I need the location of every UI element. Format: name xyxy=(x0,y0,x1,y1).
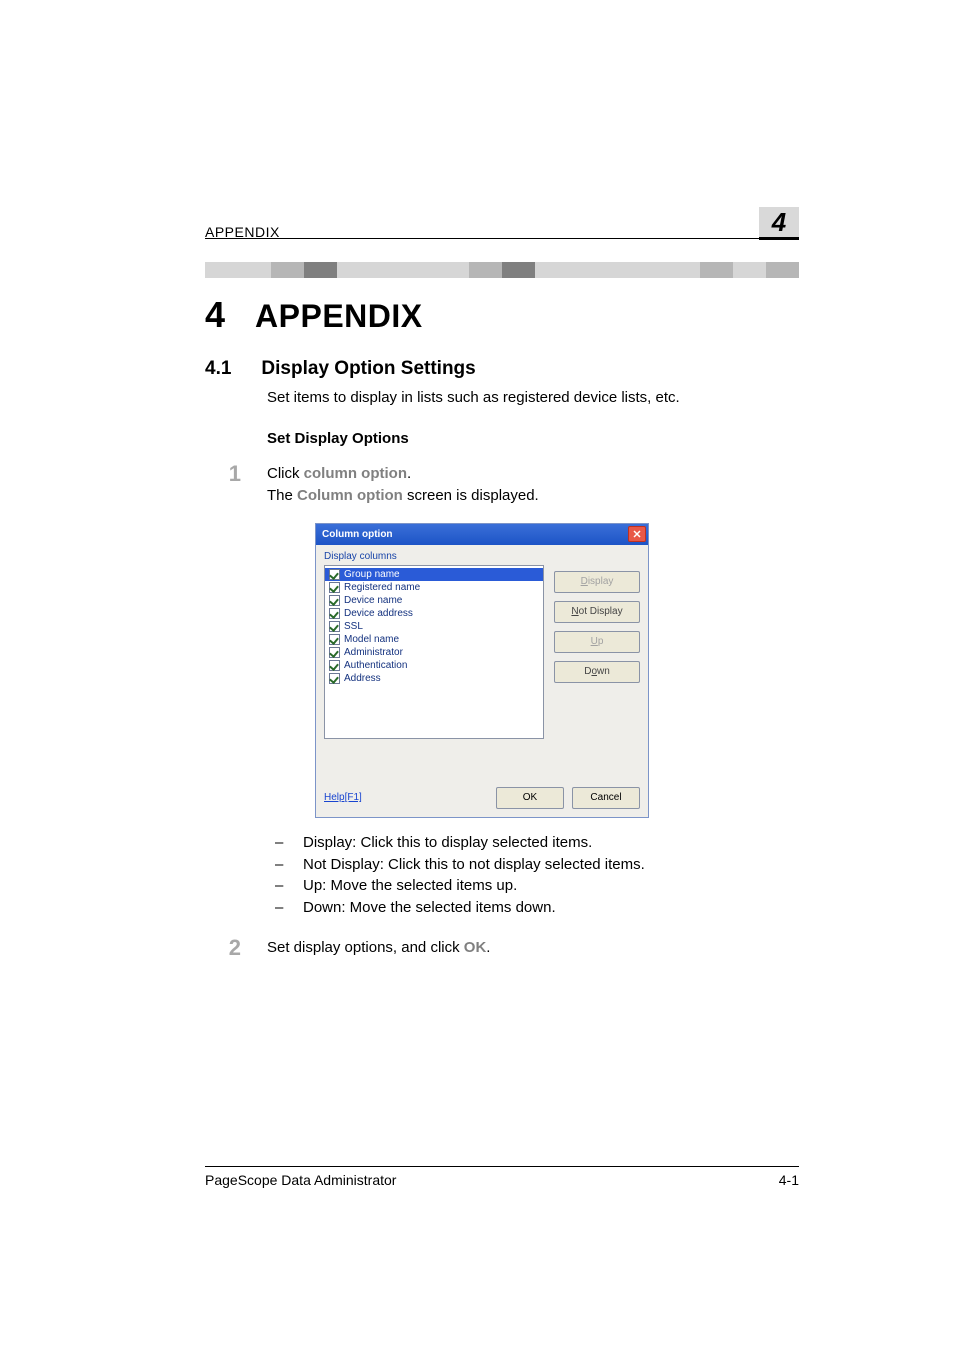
step1-line2-emph: Column option xyxy=(297,487,403,504)
list-item[interactable]: Device address xyxy=(325,607,543,620)
page: APPENDIX 4 4 APPENDIX 4.1 Display Option… xyxy=(0,0,954,1350)
checkbox-icon[interactable] xyxy=(329,634,340,645)
dash-icon: – xyxy=(267,832,303,854)
step-2: 2 Set display options, and click OK. xyxy=(205,937,799,959)
step1-line2-suffix: screen is displayed. xyxy=(403,487,539,504)
display-columns-label: Display columns xyxy=(324,551,640,562)
down-button[interactable]: Down xyxy=(554,661,640,683)
checkbox-icon[interactable] xyxy=(329,647,340,658)
button-label: isplay xyxy=(588,576,614,587)
dash-icon: – xyxy=(267,897,303,919)
not-display-button[interactable]: Not Display xyxy=(554,601,640,623)
dialog-titlebar[interactable]: Column option xyxy=(316,524,648,545)
step-text: Click column option. The Column option s… xyxy=(267,463,799,507)
checkbox-icon[interactable] xyxy=(329,660,340,671)
button-label: wn xyxy=(597,666,610,677)
list-item-label: Model name xyxy=(344,634,399,645)
display-button[interactable]: Display xyxy=(554,571,640,593)
button-prefix: D xyxy=(584,666,591,677)
checkbox-icon[interactable] xyxy=(329,608,340,619)
dialog-side-buttons: Display Not Display Up Down xyxy=(554,565,640,739)
bullet-list: –Display: Click this to display selected… xyxy=(267,832,799,919)
up-button[interactable]: Up xyxy=(554,631,640,653)
cancel-button[interactable]: Cancel xyxy=(572,787,640,809)
footer-right: 4-1 xyxy=(779,1172,799,1188)
list-item: –Up: Move the selected items up. xyxy=(267,875,799,897)
h2-number: 4.1 xyxy=(205,358,231,380)
step-text: Set display options, and click OK. xyxy=(267,937,799,959)
list-item[interactable]: Model name xyxy=(325,633,543,646)
checkbox-icon[interactable] xyxy=(329,621,340,632)
list-item-label: Authentication xyxy=(344,660,407,671)
step-number: 1 xyxy=(205,463,241,507)
list-item: –Display: Click this to display selected… xyxy=(267,832,799,854)
bullet-text: Display: Click this to display selected … xyxy=(303,832,799,854)
step1-suffix: . xyxy=(407,465,411,482)
page-footer: PageScope Data Administrator 4-1 xyxy=(205,1172,799,1188)
mnemonic: D xyxy=(581,576,588,587)
heading-3: Set Display Options xyxy=(267,430,799,447)
list-item[interactable]: Address xyxy=(325,672,543,685)
divider-bar xyxy=(205,262,799,278)
close-icon[interactable] xyxy=(628,526,646,542)
step-1: 1 Click column option. The Column option… xyxy=(205,463,799,507)
h1-title: APPENDIX xyxy=(255,298,423,335)
step2-action: OK xyxy=(464,939,487,956)
button-label: ot Display xyxy=(579,606,623,617)
step-number: 2 xyxy=(205,937,241,959)
list-item[interactable]: Authentication xyxy=(325,659,543,672)
list-item: –Not Display: Click this to not display … xyxy=(267,854,799,876)
dialog-footer: Help[F1] OK Cancel xyxy=(324,787,640,809)
chapter-tab: 4 xyxy=(759,207,799,240)
checkbox-icon[interactable] xyxy=(329,582,340,593)
body: 4 APPENDIX 4.1 Display Option Settings S… xyxy=(205,290,799,959)
step1-action: column option xyxy=(304,465,407,482)
step2-suffix: . xyxy=(486,939,490,956)
heading-1: 4 APPENDIX xyxy=(205,294,799,336)
list-item-label: SSL xyxy=(344,621,363,632)
list-item[interactable]: Administrator xyxy=(325,646,543,659)
mnemonic: U xyxy=(591,636,598,647)
running-header: APPENDIX 4 xyxy=(205,207,799,240)
dialog-title: Column option xyxy=(322,529,393,540)
list-item[interactable]: Device name xyxy=(325,594,543,607)
list-item-label: Group name xyxy=(344,569,400,580)
dash-icon: – xyxy=(267,875,303,897)
list-item-label: Registered name xyxy=(344,582,420,593)
bullet-text: Down: Move the selected items down. xyxy=(303,897,799,919)
list-item-label: Administrator xyxy=(344,647,403,658)
list-item-label: Address xyxy=(344,673,381,684)
checkbox-icon[interactable] xyxy=(329,673,340,684)
step2-prefix: Set display options, and click xyxy=(267,939,464,956)
step1-line2-prefix: The xyxy=(267,487,297,504)
button-label: p xyxy=(598,636,604,647)
checkbox-icon[interactable] xyxy=(329,569,340,580)
footer-rule xyxy=(205,1166,799,1167)
checkbox-icon[interactable] xyxy=(329,595,340,606)
mnemonic: N xyxy=(571,606,578,617)
h1-number: 4 xyxy=(205,294,225,336)
step1-prefix: Click xyxy=(267,465,304,482)
intro-text: Set items to display in lists such as re… xyxy=(267,388,799,408)
list-item[interactable]: SSL xyxy=(325,620,543,633)
column-option-dialog: Column option Display columns Group name… xyxy=(315,523,649,818)
dialog-body: Display columns Group name Registered na… xyxy=(316,545,648,817)
h2-title: Display Option Settings xyxy=(261,358,475,380)
list-item-label: Device address xyxy=(344,608,413,619)
footer-left: PageScope Data Administrator xyxy=(205,1172,396,1188)
heading-2: 4.1 Display Option Settings xyxy=(205,358,799,380)
list-item: –Down: Move the selected items down. xyxy=(267,897,799,919)
list-item-label: Device name xyxy=(344,595,402,606)
dash-icon: – xyxy=(267,854,303,876)
header-rule xyxy=(205,238,759,239)
list-item[interactable]: Registered name xyxy=(325,581,543,594)
help-link[interactable]: Help[F1] xyxy=(324,792,362,803)
bullet-text: Not Display: Click this to not display s… xyxy=(303,854,799,876)
ok-button[interactable]: OK xyxy=(496,787,564,809)
bullet-text: Up: Move the selected items up. xyxy=(303,875,799,897)
columns-listbox[interactable]: Group name Registered name Device name D… xyxy=(324,565,544,739)
list-item[interactable]: Group name xyxy=(325,568,543,581)
